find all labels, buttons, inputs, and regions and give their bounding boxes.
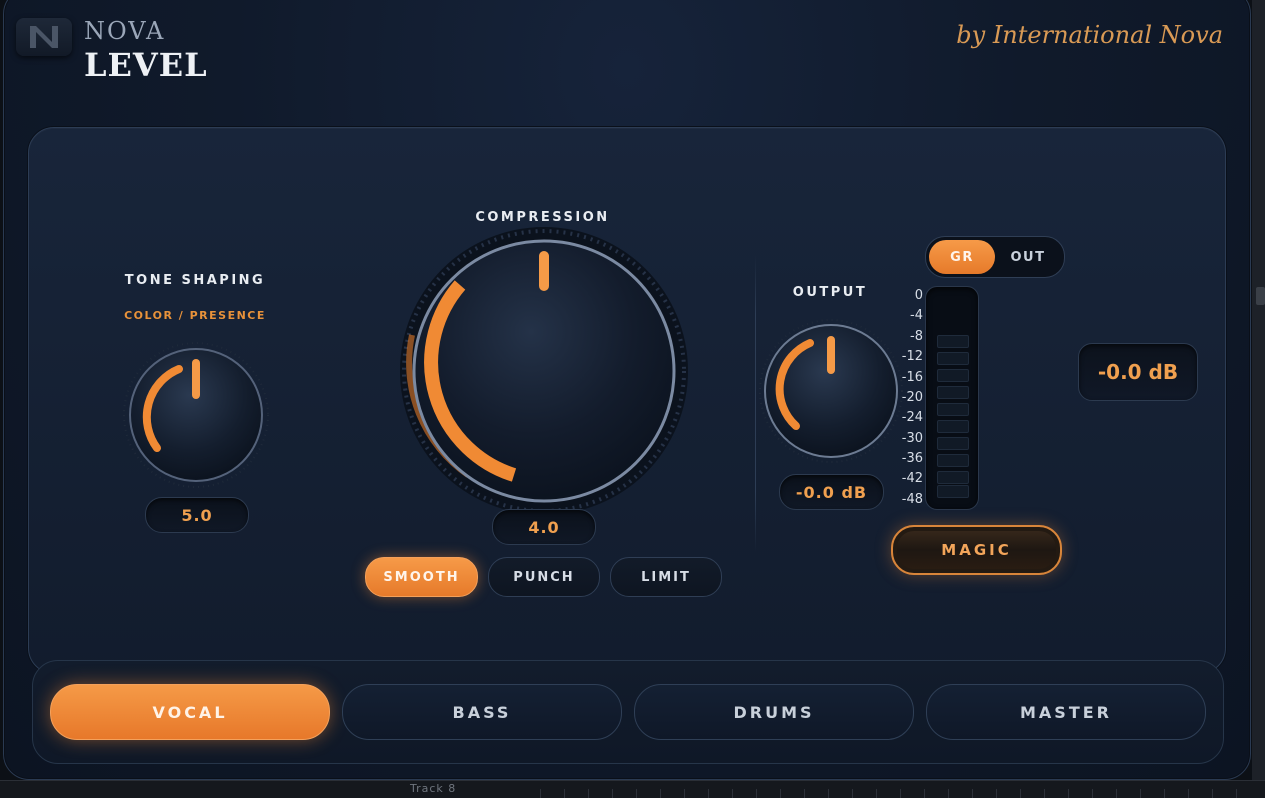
meter-segment [937, 352, 969, 365]
nova-logo-icon [16, 18, 72, 56]
compression-title: COMPRESSION [475, 210, 610, 225]
meter-segment [937, 420, 969, 433]
meter-scale-label: -8 [910, 329, 923, 344]
meter-scale-label: -4 [910, 308, 923, 323]
host-timeline-strip: Track 8 [0, 780, 1265, 798]
meter-segment [937, 437, 969, 450]
compression-value-display[interactable]: 4.0 [492, 509, 596, 545]
output-value-display[interactable]: -0.0 dB [779, 474, 884, 510]
output-knob[interactable] [758, 318, 904, 464]
meter-segment [937, 454, 969, 467]
meter-segment [937, 386, 969, 399]
meter-segment [937, 471, 969, 484]
output-title: OUTPUT [792, 285, 868, 300]
meter-value-display: -0.0 dB [1078, 343, 1198, 401]
host-window-edge [1252, 0, 1265, 780]
tone-shaping-title: TONE SHAPING [124, 273, 266, 288]
tone-shaping-subtitle: COLOR / PRESENCE [124, 309, 266, 322]
meter-scale-label: -20 [901, 390, 923, 405]
section-divider [755, 255, 756, 552]
tone-shaping-knob[interactable] [122, 341, 270, 489]
preset-master-button[interactable]: MASTER [926, 684, 1206, 740]
meter-scale-label: -12 [901, 349, 923, 364]
meter-scale-label: -48 [901, 492, 923, 507]
mode-limit-button[interactable]: LIMIT [610, 557, 722, 597]
meter-scale-label: -24 [901, 410, 923, 425]
meter-scale-label: -36 [901, 451, 923, 466]
meter-scale-label: -42 [901, 471, 923, 486]
meter-segment [937, 403, 969, 416]
preset-drums-button[interactable]: DRUMS [634, 684, 914, 740]
gain-reduction-meter [925, 286, 979, 510]
host-resize-handle[interactable] [1256, 287, 1265, 305]
meter-scale-label: -16 [901, 370, 923, 385]
tone-value-display[interactable]: 5.0 [145, 497, 249, 533]
meter-gr-option[interactable]: GR [929, 240, 995, 274]
mode-smooth-button[interactable]: SMOOTH [365, 557, 478, 597]
mode-punch-button[interactable]: PUNCH [488, 557, 600, 597]
meter-mode-toggle[interactable]: GR OUT [925, 236, 1065, 278]
brand-name: NOVA [84, 17, 166, 45]
magic-button[interactable]: MAGIC [891, 525, 1062, 575]
meter-segment [937, 485, 969, 498]
compression-knob[interactable] [398, 225, 690, 517]
meter-segment [937, 369, 969, 382]
product-name: LEVEL [84, 46, 208, 84]
host-track-label: Track 8 [410, 782, 457, 795]
vendor-tagline: by International Nova [956, 21, 1223, 49]
meter-segment [937, 335, 969, 348]
meter-scale-label: 0 [914, 288, 923, 303]
preset-bass-button[interactable]: BASS [342, 684, 622, 740]
meter-out-option[interactable]: OUT [995, 240, 1061, 274]
preset-vocal-button[interactable]: VOCAL [50, 684, 330, 740]
meter-scale-label: -30 [901, 431, 923, 446]
